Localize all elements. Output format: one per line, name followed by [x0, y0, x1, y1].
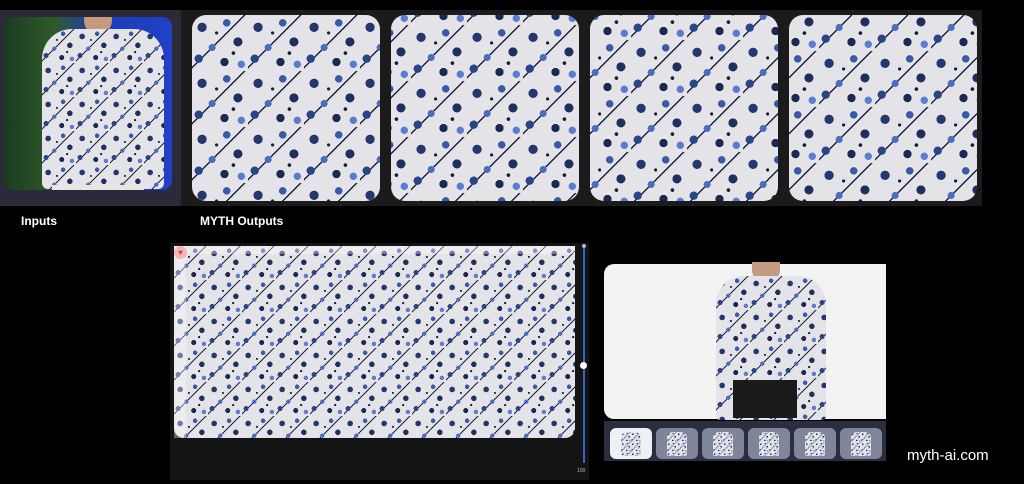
horizontal-ruler	[174, 246, 575, 254]
website-url[interactable]: myth-ai.com	[907, 447, 989, 464]
hoodie-icon	[713, 432, 733, 456]
thumb-shorts[interactable]	[840, 428, 882, 459]
zoom-slider-handle[interactable]	[580, 362, 587, 369]
thumb-hoodie[interactable]	[702, 428, 744, 459]
model-pants	[52, 185, 144, 190]
output-tile-4[interactable]	[789, 15, 977, 201]
thumb-tshirt[interactable]	[748, 428, 790, 459]
thumb-shirt-front[interactable]	[610, 428, 652, 459]
dress-icon	[805, 432, 825, 456]
vertical-ruler	[174, 246, 186, 438]
inputs-label: Inputs	[21, 214, 57, 228]
preview-pants	[733, 380, 797, 418]
input-photo[interactable]	[4, 17, 172, 190]
thumb-dress[interactable]	[794, 428, 836, 459]
zoom-slider[interactable]	[583, 248, 585, 463]
shirt-icon	[621, 432, 641, 456]
output-tile-2[interactable]	[391, 15, 579, 201]
input-shirt	[42, 29, 164, 189]
outputs-label: MYTH Outputs	[200, 214, 284, 228]
output-tile-3[interactable]	[590, 15, 778, 201]
pattern-canvas[interactable]	[174, 246, 575, 438]
output-tile-1[interactable]	[192, 15, 380, 201]
thumb-shirt-back[interactable]	[656, 428, 698, 459]
heart-icon[interactable]: ♥	[174, 246, 187, 259]
shorts-icon	[851, 432, 871, 456]
shirt-icon	[667, 432, 687, 456]
tshirt-icon	[759, 432, 779, 456]
zoom-value: 100	[577, 468, 586, 474]
